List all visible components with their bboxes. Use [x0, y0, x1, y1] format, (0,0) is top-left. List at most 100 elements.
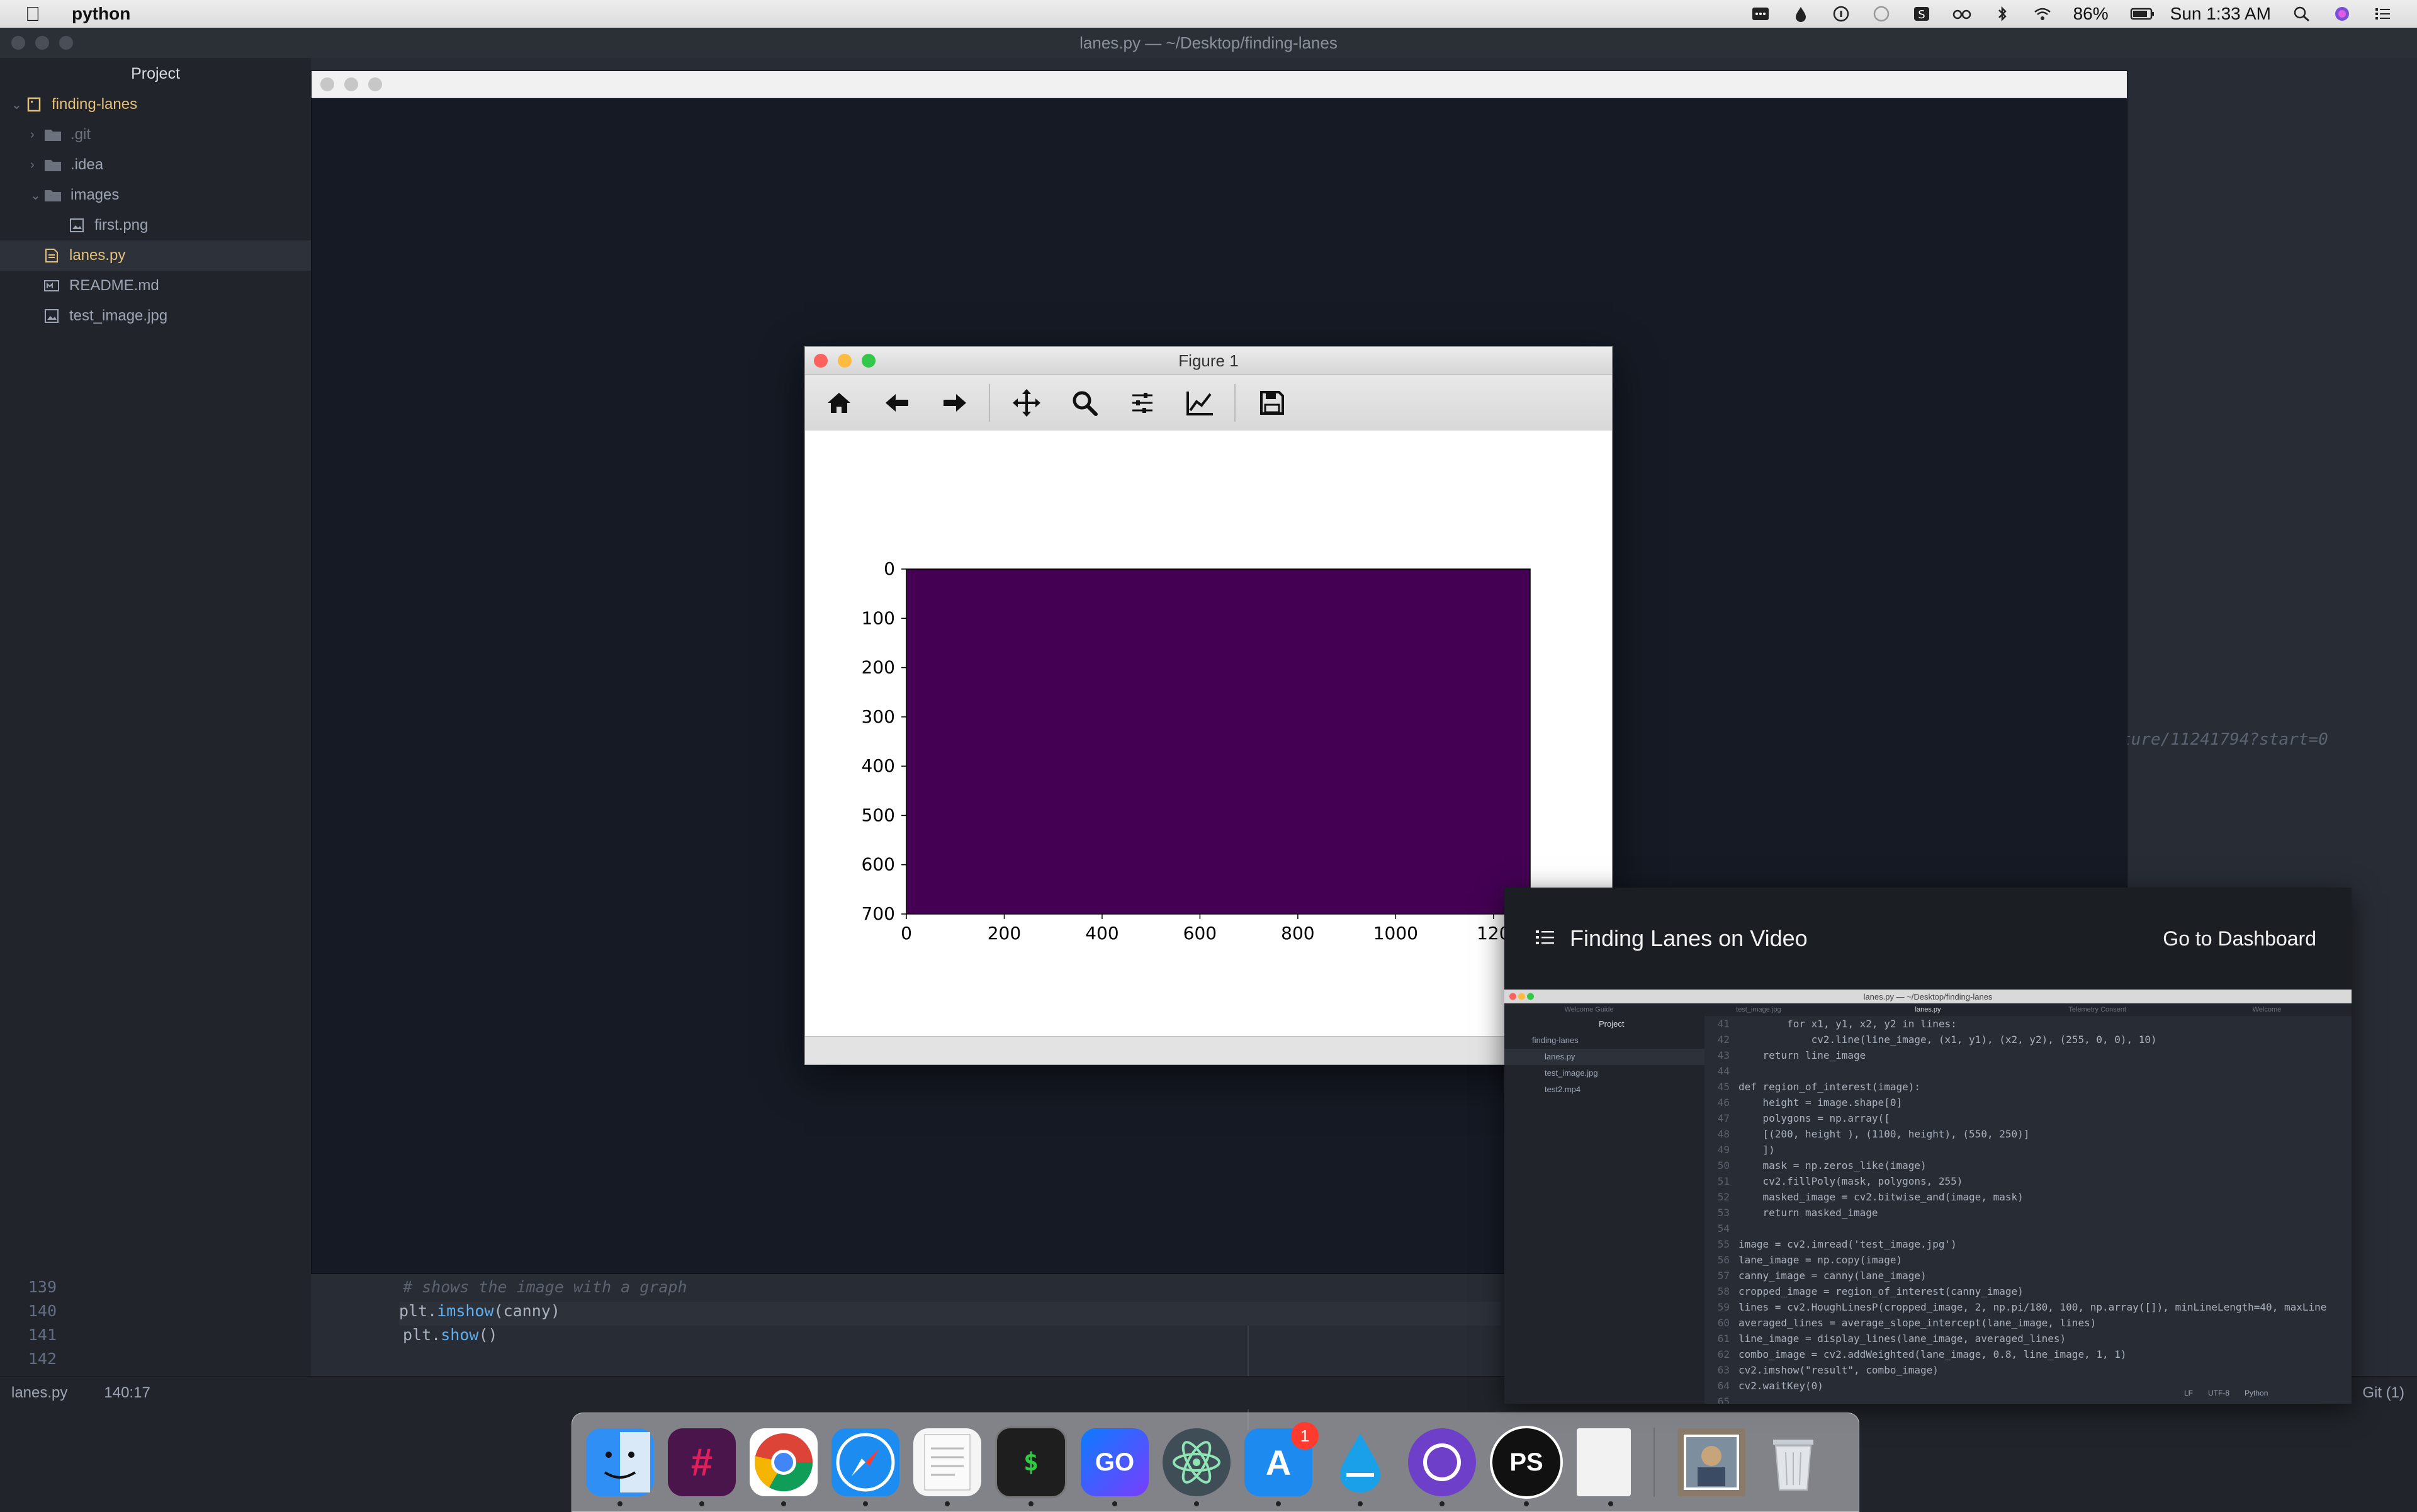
toolbar-separator-2: [1234, 384, 1236, 422]
zoom-button[interactable]: [862, 354, 876, 368]
figure-title: Figure 1: [1178, 351, 1239, 370]
video-frame-code-text: ]): [1738, 1144, 1775, 1156]
video-frame-line-number: 50: [1717, 1159, 1730, 1171]
clock[interactable]: Sun 1:33 AM: [2170, 4, 2271, 24]
video-frame[interactable]: lanes.py — ~/Desktop/finding-lanes Welco…: [1504, 990, 2352, 1404]
video-frame-line-number: 48: [1717, 1128, 1730, 1140]
video-title: Finding Lanes on Video: [1570, 925, 1808, 951]
backing-window-titlebar[interactable]: [312, 71, 2127, 98]
subplots-icon[interactable]: [1124, 384, 1161, 422]
video-frame-line-number: 65: [1717, 1396, 1730, 1404]
save-icon[interactable]: [1253, 384, 1291, 422]
clock-circle-icon[interactable]: [1872, 6, 1891, 22]
running-indicator: [1439, 1501, 1445, 1506]
folder-icon: [44, 157, 62, 172]
video-frame-code-line: 54: [1704, 1221, 2352, 1236]
dock-github-desktop-icon[interactable]: [1408, 1428, 1476, 1506]
image-file-icon: [43, 308, 60, 324]
tree-item--git[interactable]: › .git: [0, 120, 311, 150]
glasses-icon[interactable]: [1952, 6, 1971, 22]
video-frame-line-number: 58: [1717, 1285, 1730, 1297]
chevron-right-icon[interactable]: ›: [30, 158, 44, 172]
apple-menu-icon[interactable]: : [25, 3, 40, 26]
y-tick-label: 700: [862, 903, 895, 924]
video-frame-code-line: 62 combo_image = cv2.addWeighted(lane_ima…: [1704, 1346, 2352, 1362]
minimize-button[interactable]: [838, 354, 852, 368]
bluetooth-icon[interactable]: [1993, 6, 2012, 22]
code-line-140[interactable]: 140 plt.imshow(canny): [28, 1302, 1501, 1326]
tree-rows: ⌄ finding-lanes › .git › .idea ⌄ images first.pn…: [0, 89, 311, 331]
status-git[interactable]: Git (1): [2362, 1384, 2404, 1402]
chevron-down-icon[interactable]: ⌄: [30, 188, 44, 203]
tree-item-lanes-py[interactable]: lanes.py: [0, 240, 311, 271]
back-arrow-icon[interactable]: [878, 384, 916, 422]
notification-center-icon[interactable]: [2373, 6, 2392, 22]
dock-terminal-icon[interactable]: $: [995, 1426, 1067, 1506]
zoom-icon[interactable]: [1066, 384, 1103, 422]
dock: # $ GO A 1 PS: [572, 1413, 1859, 1512]
canny-edge-chart[interactable]: 01002003004005006007000 200 400 600 800 1000 1…: [805, 431, 1612, 1035]
video-frame-code-line: 48 [(200, height ), (1100, height), (550…: [1704, 1126, 2352, 1142]
wifi-icon[interactable]: [2033, 6, 2052, 22]
figure-toolbar: [805, 375, 1612, 431]
forward-arrow-icon[interactable]: [936, 384, 974, 422]
dock-finder-icon[interactable]: [586, 1428, 654, 1506]
home-icon[interactable]: [820, 384, 858, 422]
dock-atom-icon[interactable]: [1163, 1428, 1231, 1506]
tree-header: Project: [131, 64, 180, 82]
figure-titlebar[interactable]: Figure 1: [805, 347, 1612, 375]
x-tick-label: 400: [1085, 923, 1118, 944]
dock-document-icon[interactable]: [1577, 1428, 1631, 1506]
code-line-141[interactable]: 141 plt.show(): [28, 1326, 498, 1350]
video-frame-line-number: 41: [1717, 1018, 1730, 1030]
tree-item-readme-md[interactable]: README.md: [0, 271, 311, 301]
video-frame-code-text: lane_image = np.copy(image): [1738, 1254, 1903, 1266]
list-menu-icon[interactable]: [1535, 928, 1556, 950]
siri-icon[interactable]: [2333, 6, 2352, 22]
atom-window-titlebar[interactable]: lanes.py — ~/Desktop/finding-lanes: [0, 28, 2417, 59]
tree-item-test-image-jpg[interactable]: test_image.jpg: [0, 301, 311, 331]
chevron-right-icon[interactable]: ›: [30, 128, 44, 142]
dock-goland-icon[interactable]: GO: [1081, 1428, 1149, 1506]
dock-app-store-icon[interactable]: A1: [1244, 1422, 1319, 1506]
video-frame-code-line: 50 mask = np.zeros_like(image): [1704, 1158, 2352, 1173]
code-line-139[interactable]: 139 # shows the image with a graph: [28, 1278, 687, 1302]
go-to-dashboard-link[interactable]: Go to Dashboard: [2163, 927, 2316, 951]
window-controls[interactable]: [11, 36, 73, 50]
status-cursor-position[interactable]: 140:17: [104, 1384, 150, 1402]
app-menu-name[interactable]: python: [72, 4, 130, 24]
menu-extra-icon[interactable]: [1751, 6, 1770, 22]
tree-item-first-png[interactable]: first.png: [0, 210, 311, 240]
close-button[interactable]: [814, 354, 828, 368]
battery-icon[interactable]: [2130, 6, 2154, 22]
plot-area[interactable]: 0 100 200 300 400 500 600 700 0 200 400 600 800 1000 1…: [805, 431, 1612, 1035]
dock-chrome-icon[interactable]: [750, 1428, 818, 1506]
status-file-name[interactable]: lanes.py: [11, 1384, 67, 1402]
s-badge-icon[interactable]: S: [1912, 6, 1931, 22]
tree-item-finding-lanes[interactable]: ⌄ finding-lanes: [0, 89, 311, 120]
dock-safari-icon[interactable]: [831, 1428, 899, 1506]
battery-percent[interactable]: 86%: [2073, 4, 2109, 24]
info-circle-icon[interactable]: [1832, 6, 1851, 22]
video-player-overlay[interactable]: Finding Lanes on Video Go to Dashboard l…: [1504, 888, 2352, 1404]
tree-item-images[interactable]: ⌄ images: [0, 180, 311, 210]
y-tick-label: 600: [862, 854, 895, 875]
video-frame-code-text: lines = cv2.HoughLinesP(cropped_image, 2…: [1738, 1301, 2327, 1313]
backing-window-controls[interactable]: [320, 77, 382, 91]
video-frame-code-text: [(200, height ), (1100, height), (550, 2…: [1738, 1128, 2030, 1140]
figure-window[interactable]: Figure 1 0 100 200 300 400 500 600 700 0 200 400 60…: [804, 346, 1613, 1065]
dock-trash-icon[interactable]: [1759, 1428, 1827, 1496]
dock-slack-icon[interactable]: #: [668, 1428, 736, 1506]
dock-phpstorm-icon[interactable]: PS: [1490, 1426, 1563, 1506]
dock-drop-icon[interactable]: [1326, 1428, 1394, 1506]
tree-item--idea[interactable]: › .idea: [0, 150, 311, 180]
chevron-down-icon[interactable]: ⌄: [11, 97, 25, 113]
dock-downloads-stack-icon[interactable]: [1677, 1428, 1745, 1496]
figure-window-controls[interactable]: [814, 354, 876, 368]
dock-textedit-icon[interactable]: [913, 1428, 981, 1506]
line-number: 141: [28, 1326, 57, 1344]
drop-icon[interactable]: [1791, 6, 1810, 22]
pan-icon[interactable]: [1008, 384, 1045, 422]
spotlight-search-icon[interactable]: [2292, 6, 2311, 22]
axes-edit-icon[interactable]: [1181, 384, 1219, 422]
